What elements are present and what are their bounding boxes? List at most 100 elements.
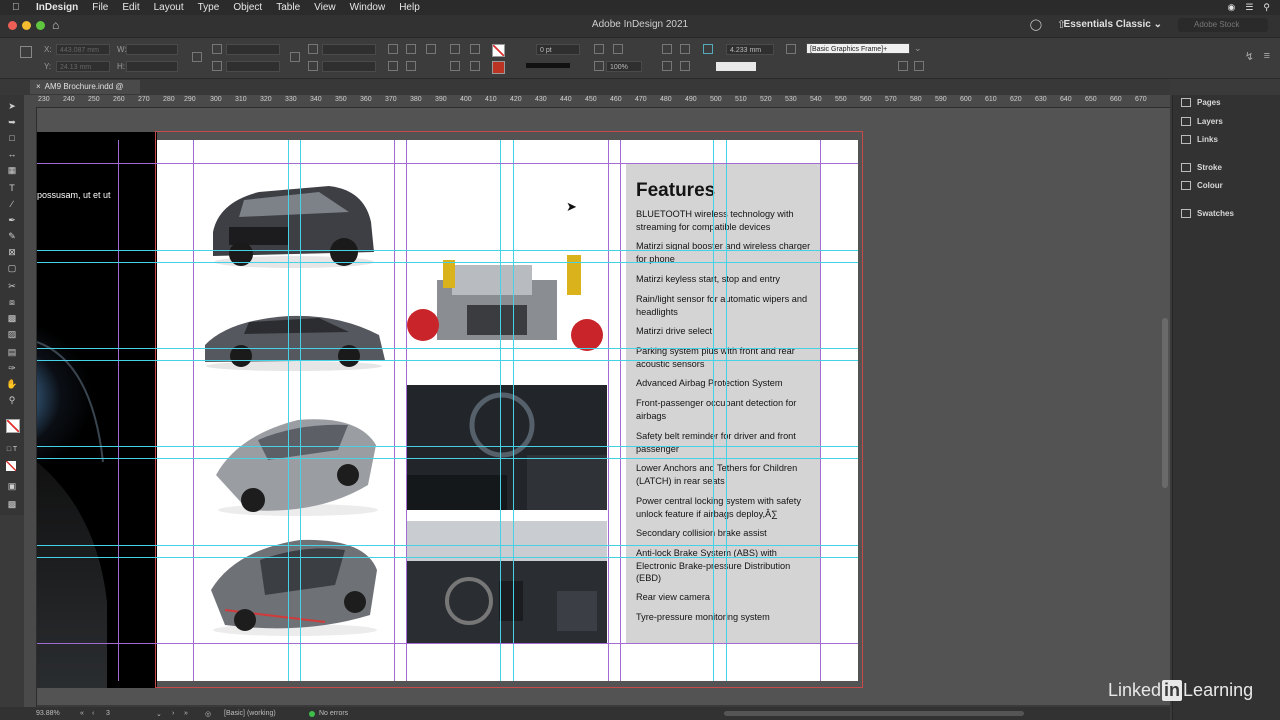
line-tool-icon[interactable]: ∕ [6, 199, 18, 209]
opacity-field[interactable]: 100% [606, 61, 642, 72]
first-page-icon[interactable]: « [80, 710, 84, 717]
scale-y-icon[interactable] [212, 61, 222, 71]
creative-cloud-icon[interactable]: ◉ [1227, 2, 1235, 13]
scale-y-field[interactable] [226, 61, 280, 72]
feature-item[interactable]: Lower Anchors and Tethers for Children (… [636, 462, 814, 487]
feature-item[interactable]: Matirzi keyless start, stop and entry [636, 273, 814, 286]
last-page-icon[interactable]: » [184, 710, 188, 717]
gradient-feather-tool-icon[interactable]: ▨ [6, 329, 18, 339]
menu-file[interactable]: File [92, 2, 108, 13]
chevron-down-icon[interactable]: ⌄ [156, 710, 162, 718]
fill-stroke-swatch[interactable] [6, 419, 20, 433]
next-page-icon[interactable]: › [172, 710, 174, 717]
vertical-scrollbar-thumb[interactable] [1162, 318, 1168, 488]
feature-item[interactable]: Rain/light sensor for automatic wipers a… [636, 293, 814, 318]
zoom-level[interactable]: 93.88% [36, 710, 60, 717]
stroke-swatch[interactable] [492, 61, 505, 74]
scale-x-field[interactable] [226, 44, 280, 55]
feature-item[interactable]: Power central locking system with safety… [636, 495, 814, 520]
horizontal-ruler[interactable]: 230 240 250 260 270 280 290 300 310 320 … [24, 95, 1170, 108]
lightning-icon[interactable]: ↯ [1245, 50, 1254, 63]
feature-item[interactable]: Advanced Airbag Protection System [636, 377, 814, 390]
corner-options-icon[interactable] [594, 44, 604, 54]
pencil-tool-icon[interactable]: ✎ [6, 231, 18, 241]
preflight-profile[interactable]: [Basic] (working) [224, 710, 276, 717]
page-tool-icon[interactable]: □ [6, 133, 18, 143]
vertical-ruler[interactable] [24, 107, 37, 707]
rotate-ccw-icon[interactable] [406, 44, 416, 54]
menu-window[interactable]: Window [350, 2, 386, 13]
zoom-tool-icon[interactable]: ⚲ [6, 395, 18, 405]
constrain-proportions-icon[interactable] [192, 52, 202, 62]
rotate-cw-icon[interactable] [388, 44, 398, 54]
shear-icon[interactable] [308, 61, 318, 71]
car-side-image-frame[interactable] [199, 300, 389, 375]
type-tool-icon[interactable]: T [6, 183, 18, 193]
adobe-stock-search-input[interactable]: Adobe Stock [1178, 18, 1268, 32]
spacing-icon[interactable] [703, 44, 713, 54]
select-content-icon[interactable] [426, 44, 436, 54]
chevron-down-icon[interactable]: ⌄ [914, 43, 922, 54]
x-position-field[interactable]: 443.087 mm [56, 44, 110, 55]
fill-swatch[interactable] [492, 44, 505, 57]
align-icon[interactable] [680, 44, 690, 54]
swatches-panel-tab[interactable]: Swatches [1181, 209, 1234, 218]
lightbulb-icon[interactable]: ◯ [1030, 18, 1042, 31]
text-wrap-icon[interactable] [662, 44, 672, 54]
pen-tool-icon[interactable]: ✒ [6, 215, 18, 225]
links-panel-tab[interactable]: Links [1181, 135, 1218, 144]
feature-item[interactable]: Anti-lock Brake System (ABS) with Electr… [636, 547, 814, 585]
feature-item[interactable]: Rear view camera [636, 591, 814, 604]
rotation-icon[interactable] [308, 44, 318, 54]
document-tab[interactable]: ×AM9 Brochure.indd @ 94% [30, 80, 140, 105]
car-front-image-frame[interactable] [199, 172, 389, 272]
stroke-style-preview[interactable] [716, 62, 756, 71]
apple-icon[interactable]:  [12, 2, 26, 13]
width-field[interactable] [126, 44, 178, 55]
stroke-type-preview[interactable] [526, 63, 570, 68]
drop-shadow-icon[interactable] [613, 44, 623, 54]
search-icon[interactable]: ⚲ [1263, 2, 1270, 13]
shear-field[interactable] [322, 61, 376, 72]
left-page-text[interactable]: possusam, ut et ut [37, 190, 111, 200]
select-container-icon[interactable] [450, 44, 460, 54]
spacing-field[interactable]: 4.233 mm [726, 44, 774, 55]
menu-table[interactable]: Table [276, 2, 300, 13]
flip-vertical-icon[interactable] [406, 61, 416, 71]
close-tab-icon[interactable]: × [36, 82, 41, 91]
selection-tool-icon[interactable]: ➤ [6, 101, 18, 111]
feature-item[interactable]: Matirzi signal booster and wireless char… [636, 240, 814, 265]
flip-horizontal-icon[interactable] [388, 61, 398, 71]
horizontal-scrollbar[interactable] [724, 711, 1024, 716]
feature-item[interactable]: Secondary collision brake assist [636, 527, 814, 540]
page-number-field[interactable]: 3 [106, 710, 110, 717]
colour-panel-tab[interactable]: Colour [1181, 181, 1223, 190]
feature-item[interactable]: Parking system plus with front and rear … [636, 345, 814, 370]
clear-overrides-icon[interactable] [898, 61, 908, 71]
feature-item[interactable]: Safety belt reminder for driver and fron… [636, 430, 814, 455]
select-next-icon[interactable] [450, 61, 460, 71]
stroke-weight-field[interactable]: 0 pt [536, 44, 580, 55]
direct-selection-tool-icon[interactable]: ➥ [6, 117, 18, 127]
features-heading[interactable]: Features [636, 180, 715, 202]
fitting-icon[interactable] [662, 61, 672, 71]
menu-app[interactable]: InDesign [36, 2, 78, 13]
apply-none-icon[interactable] [6, 461, 16, 471]
feature-item[interactable]: BLUETOOTH wireless technology with strea… [636, 208, 814, 233]
left-page[interactable]: possusam, ut et ut [37, 132, 157, 688]
menu-help[interactable]: Help [399, 2, 420, 13]
preflight-errors[interactable]: No errors [319, 710, 348, 717]
hand-tool-icon[interactable]: ✋ [6, 379, 18, 389]
scale-x-icon[interactable] [212, 44, 222, 54]
rectangle-frame-tool-icon[interactable]: ⊠ [6, 247, 18, 257]
control-center-icon[interactable]: ☰ [1245, 2, 1253, 13]
height-field[interactable] [126, 61, 178, 72]
gradient-swatch-tool-icon[interactable]: ▩ [6, 313, 18, 323]
content-collector-icon[interactable]: ▦ [6, 165, 18, 175]
menu-object[interactable]: Object [233, 2, 262, 13]
car-rear-image-frame[interactable] [208, 405, 383, 520]
stroke-panel-tab[interactable]: Stroke [1181, 163, 1222, 172]
view-mode-icon[interactable]: ▩ [6, 499, 18, 509]
free-transform-tool-icon[interactable]: ⧈ [6, 297, 18, 307]
menu-view[interactable]: View [314, 2, 336, 13]
